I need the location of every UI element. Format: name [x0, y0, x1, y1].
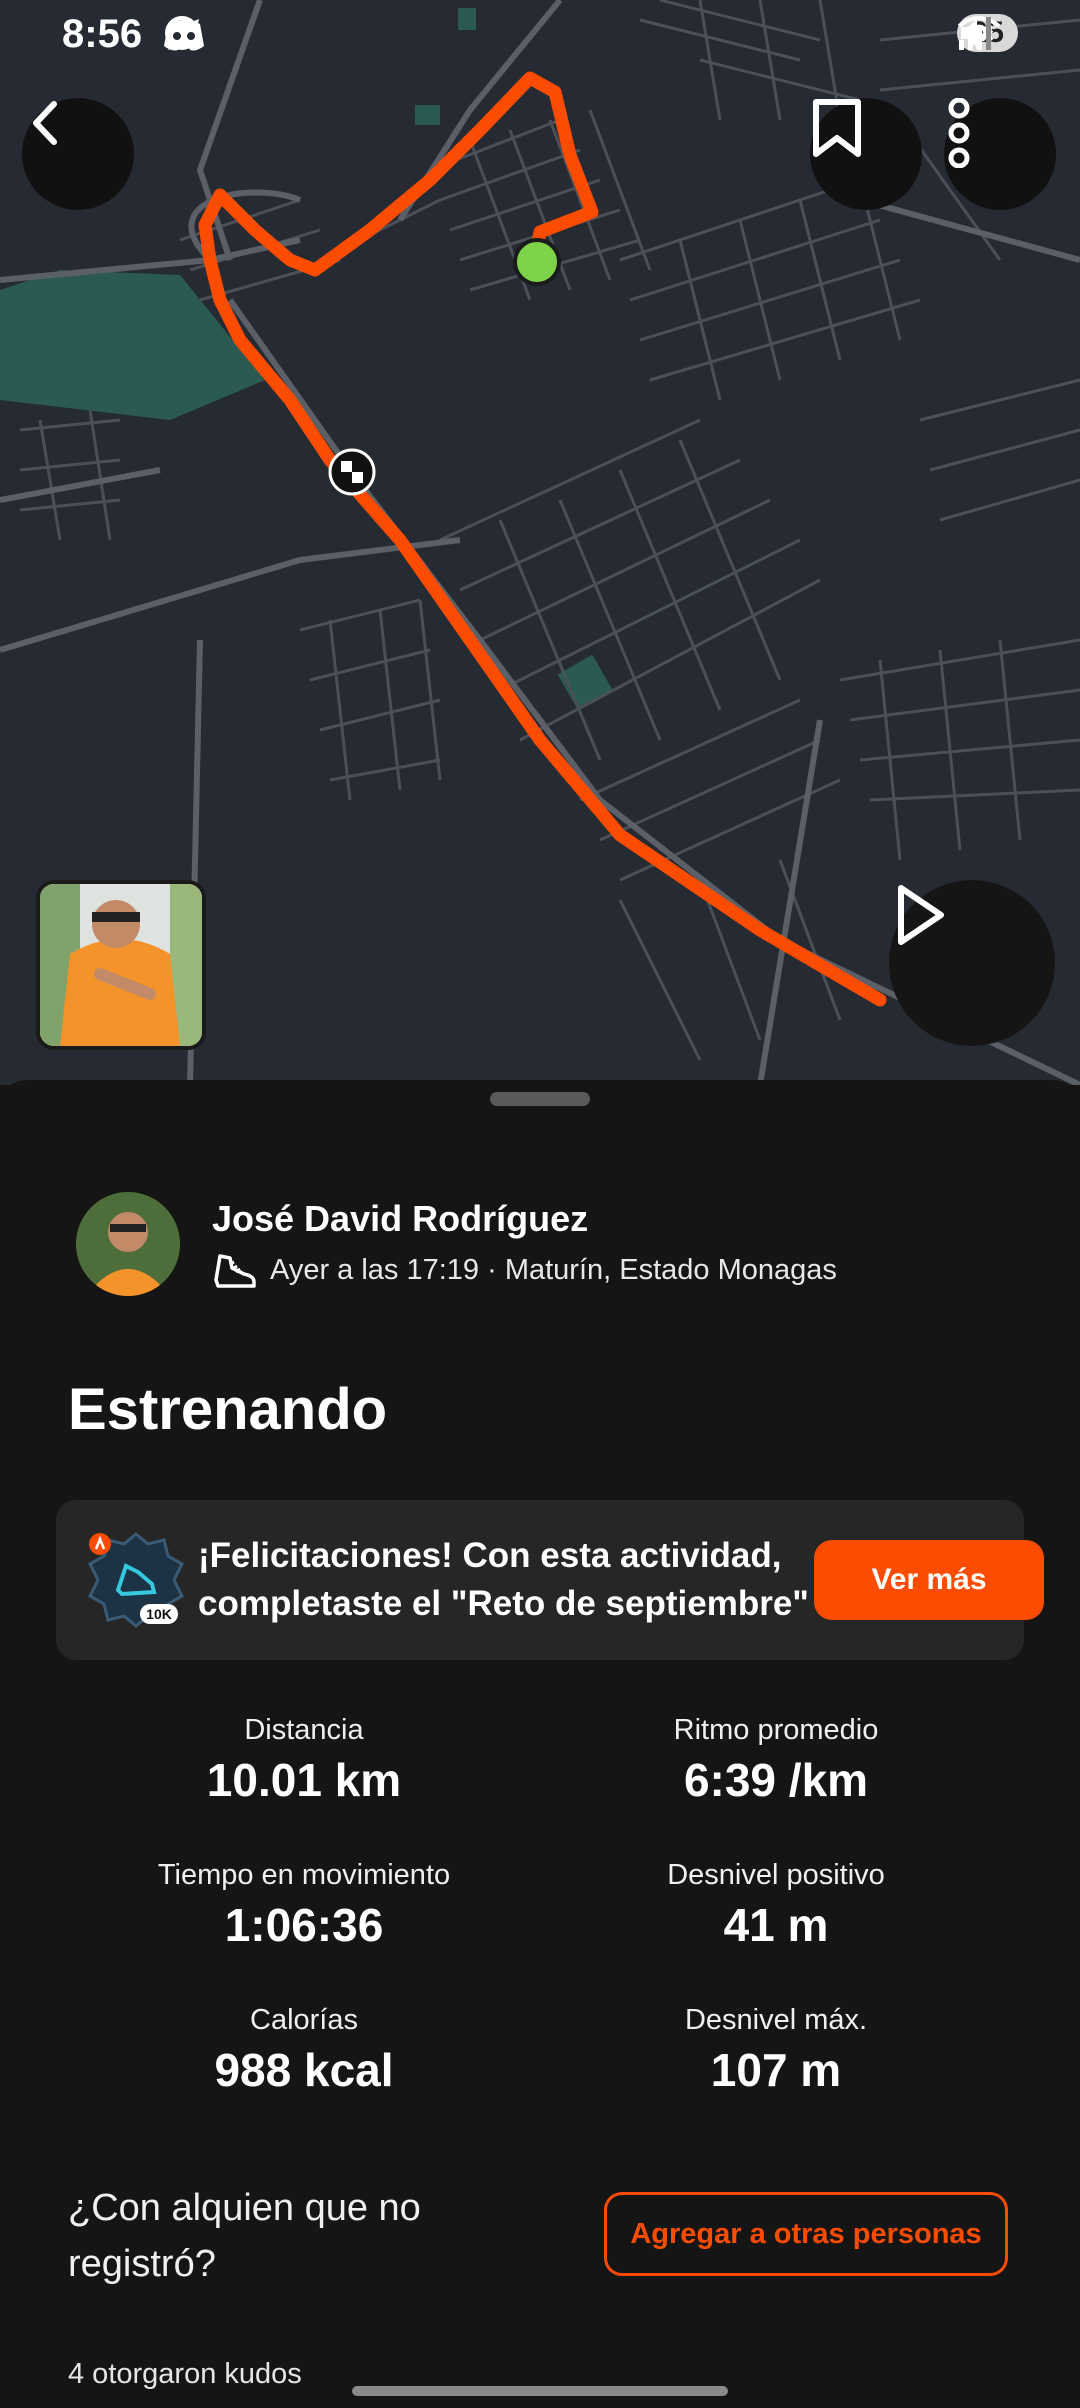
stat-label: Calorías [250, 2004, 358, 2036]
add-others-button[interactable]: Agregar a otras personas [604, 2192, 1008, 2276]
activity-details-sheet[interactable]: José David Rodríguez Ayer a las 17:19 · … [0, 1080, 1080, 2408]
tag-prompt-line2: registró? [68, 2243, 216, 2285]
stat-max-elevation: Desnivel máx. 107 m [556, 2004, 996, 2097]
activity-date-location: Ayer a las 17:19 · Maturín, Estado Monag… [270, 1253, 837, 1286]
play-flyover-button[interactable] [889, 880, 1055, 1046]
discord-icon [164, 20, 204, 51]
tag-prompt-line1: ¿Con alquien que no [68, 2187, 421, 2229]
play-icon [898, 885, 944, 945]
running-shoe-icon [214, 1254, 256, 1288]
signal-icon [958, 17, 991, 50]
bookmark-icon [813, 99, 861, 157]
chevron-left-icon [33, 101, 57, 145]
challenge-message-line2: completaste el "Reto de septiembre" [198, 1584, 809, 1623]
avatar[interactable] [76, 1192, 180, 1296]
activity-photo [40, 884, 202, 1046]
stat-avg-pace: Ritmo promedio 6:39 /km [556, 1714, 996, 1807]
stat-label: Desnivel positivo [667, 1859, 885, 1891]
stat-distance: Distancia 10.01 km [84, 1714, 524, 1807]
challenge-message: ¡Felicitaciones! Con esta actividad, com… [198, 1532, 868, 1628]
stat-moving-time: Tiempo en movimiento 1:06:36 [84, 1859, 524, 1952]
home-indicator[interactable] [352, 2386, 728, 2396]
stat-value: 41 m [723, 1899, 829, 1951]
challenge-banner[interactable]: 10K ¡Felicitaciones! Con esta actividad,… [56, 1500, 1044, 1660]
stat-label: Ritmo promedio [673, 1714, 879, 1746]
back-button[interactable] [22, 98, 134, 210]
stat-elevation-gain: Desnivel positivo 41 m [556, 1859, 996, 1952]
stat-calories: Calorías 988 kcal [84, 2004, 524, 2097]
park-area [415, 105, 440, 125]
save-button[interactable] [810, 98, 922, 210]
kudos-count[interactable]: 4 otorgaron kudos [68, 2358, 302, 2391]
stat-value: 10.01 km [206, 1754, 402, 1806]
stat-value: 107 m [710, 2044, 842, 2096]
stat-value: 988 kcal [214, 2044, 394, 2096]
activity-meta: Ayer a las 17:19 · Maturín, Estado Monag… [212, 1250, 837, 1290]
athlete-avatar-image [76, 1192, 180, 1296]
stat-label: Distancia [244, 1714, 364, 1746]
ver-mas-button[interactable]: Ver más [814, 1540, 1044, 1620]
finish-marker [328, 448, 376, 496]
sheet-drag-handle[interactable] [490, 1092, 590, 1106]
status-time: 8:56 [62, 12, 143, 56]
activity-photo-thumbnail[interactable] [36, 880, 206, 1050]
start-marker [513, 238, 561, 286]
athlete-name[interactable]: José David Rodríguez [212, 1198, 588, 1240]
challenge-badge-icon: 10K [88, 1532, 184, 1628]
activity-title: Estrenando [68, 1377, 388, 1442]
more-vertical-icon [948, 98, 970, 168]
challenge-message-line1: ¡Felicitaciones! Con esta actividad, [198, 1536, 782, 1575]
stat-label: Tiempo en movimiento [157, 1859, 451, 1891]
status-bar: 8:56 [0, 0, 1080, 70]
route-map[interactable]: 8:56 [0, 0, 1080, 1085]
more-options-button[interactable] [944, 98, 1056, 210]
stat-value: 1:06:36 [224, 1899, 384, 1951]
badge-label: 10K [146, 1606, 172, 1622]
stat-value: 6:39 /km [683, 1754, 869, 1806]
stat-label: Desnivel máx. [684, 2004, 868, 2036]
tag-others-prompt: ¿Con alquien que no registró? [68, 2180, 421, 2292]
